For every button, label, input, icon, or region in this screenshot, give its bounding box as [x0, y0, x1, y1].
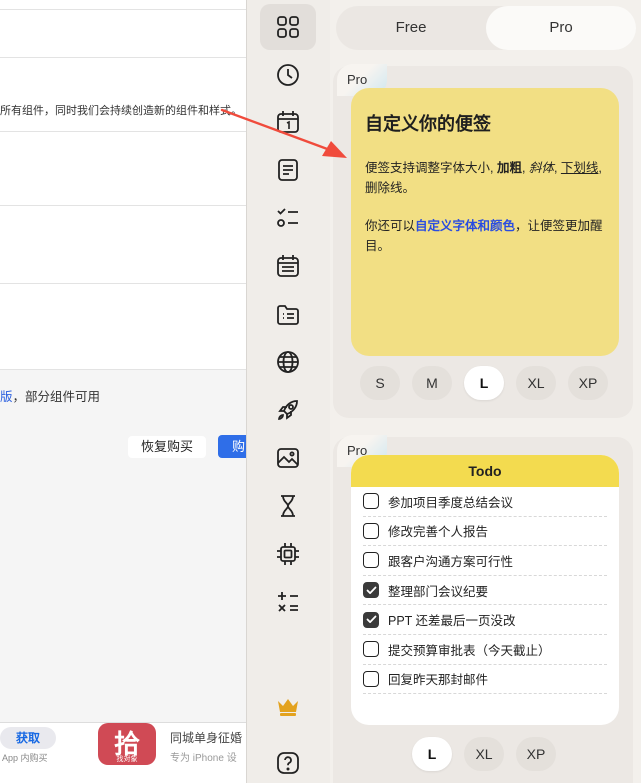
bg-card: [0, 284, 246, 370]
tab-free[interactable]: Free: [336, 6, 486, 50]
sidebar-item-calendar[interactable]: [260, 99, 316, 145]
plan-segmented-control: Free Pro: [336, 6, 636, 50]
note-icon: [278, 159, 298, 181]
todo-checkbox[interactable]: [363, 582, 379, 599]
todo-checkbox[interactable]: [363, 670, 379, 687]
bg-version-text: ，部分组件可用: [12, 390, 101, 404]
rocket-icon: [278, 400, 298, 420]
sidebar-item-launch[interactable]: [260, 387, 316, 433]
folder-list-icon: [277, 305, 299, 325]
size-button-m[interactable]: M: [412, 366, 452, 400]
todo-item[interactable]: 参加项目季度总结会议: [363, 487, 607, 517]
bg-card: [0, 0, 246, 10]
sidebar-item-photo[interactable]: [260, 435, 316, 481]
crown-icon: [278, 699, 298, 716]
todo-checkbox[interactable]: [363, 552, 379, 569]
in-app-purchase-label: App 内购买: [2, 753, 48, 763]
globe-icon: [277, 351, 299, 373]
sidebar-item-todo[interactable]: [260, 195, 316, 241]
todo-checkbox[interactable]: [363, 611, 379, 628]
app-icon[interactable]: 拾 找对象: [98, 723, 156, 765]
todo-checkbox[interactable]: [363, 493, 379, 510]
size-button-s[interactable]: S: [360, 366, 400, 400]
widget-panel: Free Pro Pro 自定义你的便签 便签支持调整字体大小, 加粗, 斜体,…: [330, 0, 641, 783]
tab-pro[interactable]: Pro: [486, 6, 636, 50]
todo-item[interactable]: 回复昨天那封邮件: [363, 665, 607, 695]
sidebar-item-schedule[interactable]: [260, 243, 316, 289]
sidebar-item-files[interactable]: [260, 291, 316, 337]
grid-icon: [277, 16, 299, 38]
size-button-l[interactable]: L: [464, 366, 504, 400]
bg-version-link[interactable]: 版: [0, 390, 13, 404]
note-preview[interactable]: 自定义你的便签 便签支持调整字体大小, 加粗, 斜体, 下划线, 删除线。 你还可…: [351, 88, 619, 356]
buy-button[interactable]: 购: [218, 435, 246, 458]
chip-icon: [277, 543, 299, 565]
bg-description: 所有组件，同时我们会持续创造新的组件和样式。: [0, 105, 242, 117]
bg-card: 所有组件，同时我们会持续创造新的组件和样式。: [0, 58, 246, 132]
todo-text: 参加项目季度总结会议: [388, 495, 514, 510]
clock-icon: [277, 64, 299, 86]
todo-preview[interactable]: Todo 参加项目季度总结会议 修改完善个人报告跟客户沟通方案可行性 整理部门会议纪…: [351, 455, 619, 725]
note-size-selector: S M L XL XP: [333, 366, 633, 402]
get-button[interactable]: 获取: [0, 727, 56, 749]
sidebar-item-calculator[interactable]: [260, 579, 316, 625]
bg-card: [0, 206, 246, 284]
sidebar-item-clock[interactable]: [260, 52, 316, 98]
note-paragraph-1: 便签支持调整字体大小, 加粗, 斜体, 下划线, 删除线。: [365, 161, 602, 195]
size-button-xl[interactable]: XL: [464, 737, 504, 771]
checkmark-icon: [366, 615, 376, 624]
todo-checkbox[interactable]: [363, 641, 379, 658]
todo-item[interactable]: 跟客户沟通方案可行性: [363, 546, 607, 576]
app-title: 同城单身征婚: [170, 731, 243, 745]
hourglass-icon: [281, 495, 295, 517]
size-button-xp[interactable]: XP: [516, 737, 556, 771]
app-icon-caption: 找对象: [116, 756, 138, 763]
sidebar-item-web[interactable]: [260, 339, 316, 385]
app-store-banner: 获取 App 内购买 拾 找对象 同城单身征婚 专为 iPhone 设: [0, 722, 246, 783]
todo-checkbox[interactable]: [363, 522, 379, 539]
size-button-l[interactable]: L: [412, 737, 452, 771]
sidebar-item-widgets[interactable]: [260, 4, 316, 50]
app-subtitle: 专为 iPhone 设: [170, 753, 237, 764]
restore-purchase-button[interactable]: 恢复购买: [128, 436, 206, 458]
todo-widget-card[interactable]: Pro Todo 参加项目季度总结会议 修改完善个人报告 跟客户沟通方案可行性 整理部…: [333, 435, 633, 783]
todo-item[interactable]: 提交预算审批表（今天截止）: [363, 635, 607, 665]
calculator-icon: [278, 592, 298, 612]
checkmark-icon: [366, 586, 376, 594]
sidebar-item-timer[interactable]: [260, 483, 316, 529]
sidebar-item-note[interactable]: [260, 147, 316, 193]
sidebar-item-help[interactable]: [260, 740, 316, 783]
todo-title: Todo: [351, 455, 619, 487]
background-app-window: 所有组件，同时我们会持续创造新的组件和样式。 版，部分组件可用 恢复购买 购 获…: [0, 0, 246, 783]
todo-text: 整理部门会议纪要: [388, 584, 489, 599]
sidebar-item-upgrade[interactable]: [260, 683, 316, 729]
todo-text: 回复昨天那封邮件: [388, 673, 489, 688]
size-button-xp[interactable]: XP: [568, 366, 608, 400]
note-title: 自定义你的便签: [365, 114, 491, 134]
bg-version-note: 版，部分组件可用: [0, 386, 100, 405]
todo-list: 参加项目季度总结会议 修改完善个人报告跟客户沟通方案可行性 整理部门会议纪要 PPT …: [351, 487, 619, 695]
todo-text: 提交预算审批表（今天截止）: [388, 643, 551, 658]
bg-card: [0, 132, 246, 206]
todo-item[interactable]: 修改完善个人报告: [363, 517, 607, 547]
size-button-xl[interactable]: XL: [516, 366, 556, 400]
todo-size-selector: L XL XP: [333, 737, 633, 773]
calendar-list-icon: [277, 255, 299, 277]
todo-text: 修改完善个人报告: [388, 525, 489, 540]
todo-item[interactable]: 整理部门会议纪要: [363, 576, 607, 606]
checklist-icon: [277, 208, 298, 227]
todo-text: 跟客户沟通方案可行性: [388, 554, 514, 569]
todo-text: PPT 还差最后一页没改: [388, 614, 516, 629]
calendar-day-icon: [277, 111, 299, 133]
note-paragraph-2: 你还可以自定义字体和颜色，让便签更加醒目。: [365, 219, 603, 253]
help-icon: [277, 752, 299, 774]
sidebar: [246, 0, 330, 783]
sidebar-item-system[interactable]: [260, 531, 316, 577]
image-icon: [277, 448, 299, 468]
note-widget-card[interactable]: Pro 自定义你的便签 便签支持调整字体大小, 加粗, 斜体, 下划线, 删除线。…: [333, 64, 633, 418]
todo-item[interactable]: PPT 还差最后一页没改: [363, 605, 607, 635]
bg-card: [0, 10, 246, 58]
